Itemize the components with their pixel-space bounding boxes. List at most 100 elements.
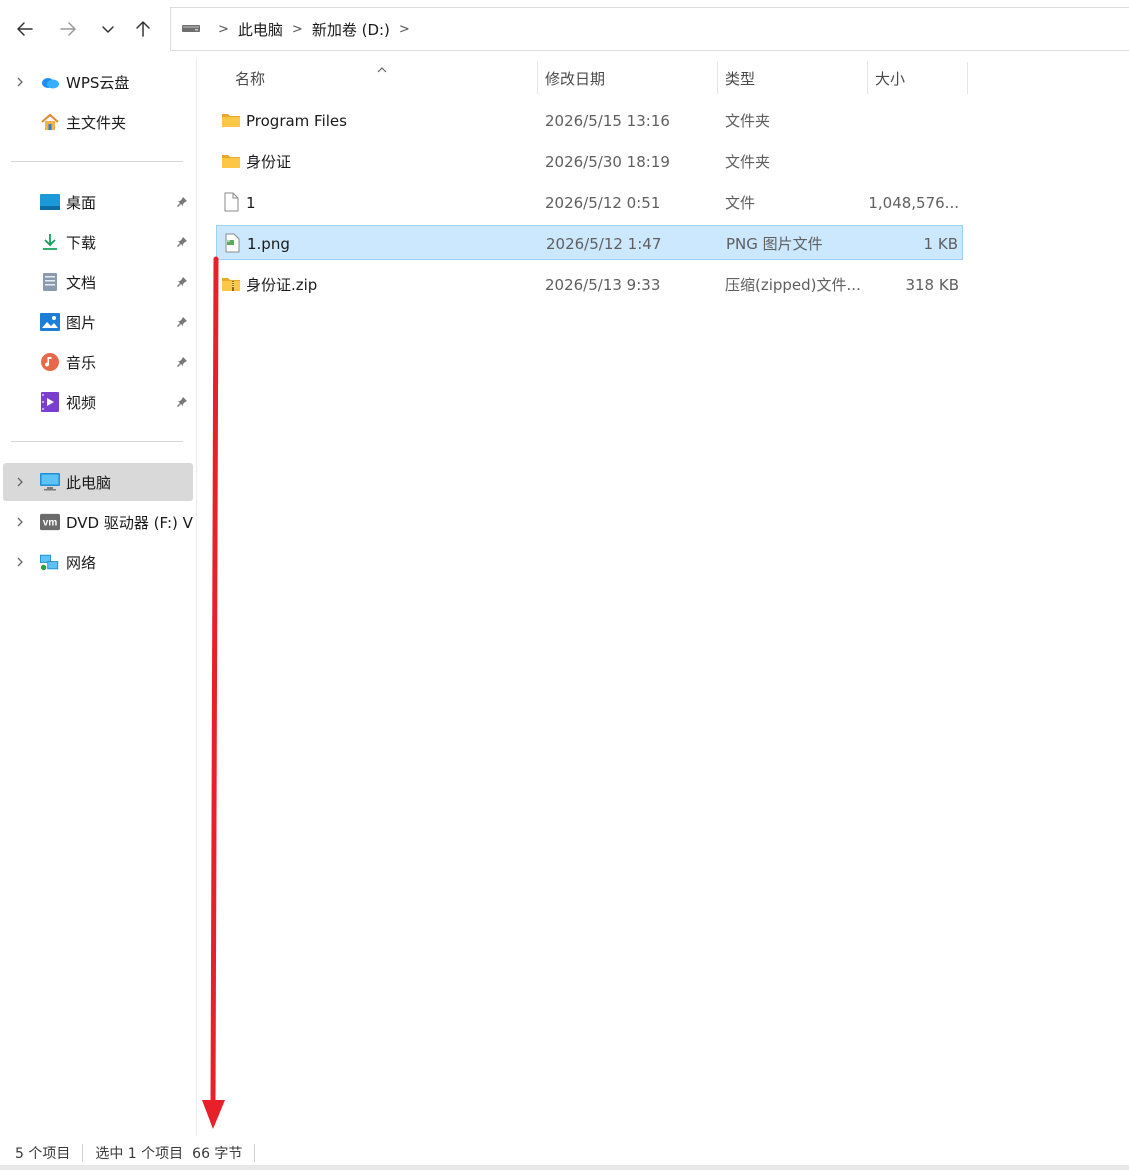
status-item-count: 5 个项目	[15, 1146, 71, 1162]
sidebar-item-dvd-drive[interactable]: vm DVD 驱动器 (F:) VM	[0, 503, 193, 541]
sidebar-item-label: WPS云盘	[66, 73, 130, 92]
forward-button[interactable]	[53, 14, 83, 44]
sidebar-item-label: 下载	[66, 233, 97, 252]
file-name: 身份证.zip	[246, 276, 318, 294]
annotation-arrow	[202, 256, 225, 1129]
breadcrumb-drive-d[interactable]: 新加卷 (D:)	[312, 19, 390, 40]
sidebar-item-downloads[interactable]: 下载	[0, 223, 193, 261]
file-row[interactable]: 身份证 2026/5/30 18:19 文件夹	[216, 144, 963, 179]
sidebar-item-desktop[interactable]: 桌面	[0, 183, 193, 221]
breadcrumb-separator: >	[218, 21, 229, 37]
sidebar-item-documents[interactable]: 文档	[0, 263, 193, 301]
chevron-down-icon	[102, 26, 114, 33]
chevron-right-icon[interactable]	[14, 76, 26, 88]
file-size: 1,048,576...	[868, 193, 959, 212]
sidebar-item-network[interactable]: 网络	[0, 543, 193, 581]
recent-locations-button[interactable]	[93, 14, 123, 44]
vm-drive-icon: vm	[40, 512, 60, 532]
column-header-date[interactable]: 修改日期	[545, 58, 605, 98]
png-file-icon	[222, 233, 242, 253]
sidebar-item-label: 主文件夹	[66, 113, 127, 132]
column-header-name[interactable]: 名称	[235, 58, 265, 98]
home-icon	[40, 112, 60, 132]
file-row[interactable]: Program Files 2026/5/15 13:16 文件夹	[216, 103, 963, 138]
sidebar-item-label: 视频	[66, 393, 97, 412]
sidebar-divider	[11, 441, 183, 442]
pictures-icon	[40, 312, 60, 332]
pin-icon[interactable]	[175, 195, 189, 209]
chevron-right-icon[interactable]	[14, 516, 26, 528]
network-icon	[40, 552, 60, 572]
column-divider[interactable]	[717, 62, 718, 94]
sidebar-divider	[11, 161, 183, 162]
file-name: 1	[246, 193, 256, 212]
sidebar-item-label: 图片	[66, 313, 97, 332]
sort-ascending-icon	[376, 60, 388, 73]
sidebar-item-label: 桌面	[66, 193, 97, 212]
sidebar-item-videos[interactable]: 视频	[0, 383, 193, 421]
file-type: 文件夹	[725, 112, 771, 130]
drive-icon	[181, 22, 201, 36]
file-type: 文件	[725, 194, 756, 212]
status-separator	[254, 1144, 256, 1162]
file-row[interactable]: 身份证.zip 2026/5/13 9:33 压缩(zipped)文件... 3…	[216, 267, 963, 302]
sidebar-item-wps-cloud[interactable]: WPS云盘	[0, 63, 193, 101]
column-header-size[interactable]: 大小	[875, 58, 905, 98]
column-header-type[interactable]: 类型	[725, 58, 755, 98]
file-type: PNG 图片文件	[726, 235, 823, 253]
file-date: 2026/5/12 1:47	[546, 234, 662, 253]
sidebar-item-label: DVD 驱动器 (F:) VM	[66, 513, 193, 532]
breadcrumb-separator[interactable]: >	[399, 22, 410, 37]
file-name: 1.png	[247, 234, 290, 253]
pin-icon[interactable]	[175, 355, 189, 369]
sidebar-item-this-pc[interactable]: 此电脑	[3, 463, 193, 501]
sidebar-item-pictures[interactable]: 图片	[0, 303, 193, 341]
file-name: 身份证	[246, 153, 292, 171]
up-arrow-icon	[136, 21, 150, 37]
pin-icon[interactable]	[175, 235, 189, 249]
sidebar-item-label: 网络	[66, 553, 97, 572]
file-date: 2026/5/12 0:51	[545, 193, 661, 212]
download-icon	[40, 232, 60, 252]
sidebar-item-label: 此电脑	[66, 473, 112, 492]
file-type: 压缩(zipped)文件...	[725, 276, 861, 294]
file-type: 文件夹	[725, 153, 771, 171]
pin-icon[interactable]	[175, 315, 189, 329]
breadcrumb-this-pc[interactable]: 此电脑	[238, 19, 283, 40]
chevron-right-icon[interactable]	[14, 476, 26, 488]
status-selected-count: 选中 1 个项目	[95, 1146, 184, 1162]
sidebar-item-label: 文档	[66, 273, 97, 292]
file-icon	[221, 192, 241, 212]
desktop-icon	[40, 192, 60, 212]
status-selected-size: 66 字节	[192, 1146, 243, 1162]
file-date: 2026/5/30 18:19	[545, 152, 670, 171]
breadcrumb-separator[interactable]: >	[292, 22, 303, 37]
status-separator	[82, 1144, 84, 1162]
back-button[interactable]	[10, 14, 40, 44]
sidebar-item-label: 音乐	[66, 353, 97, 372]
file-date: 2026/5/15 13:16	[545, 111, 670, 130]
column-divider[interactable]	[967, 62, 968, 94]
navigation-bar: > 此电脑 > 新加卷 (D:) >	[0, 0, 1129, 58]
cloud-icon	[40, 72, 60, 92]
column-divider[interactable]	[537, 62, 538, 94]
file-size: 1 KB	[923, 234, 958, 253]
back-arrow-icon	[17, 22, 33, 36]
file-row-selected[interactable]: 1.png 2026/5/12 1:47 PNG 图片文件 1 KB	[216, 225, 963, 260]
up-button[interactable]	[128, 14, 158, 44]
pin-icon[interactable]	[175, 275, 189, 289]
sidebar-item-home[interactable]: 主文件夹	[0, 103, 193, 141]
file-row[interactable]: 1 2026/5/12 0:51 文件 1,048,576...	[216, 185, 963, 220]
video-icon	[40, 392, 60, 412]
pin-icon[interactable]	[175, 395, 189, 409]
chevron-right-icon[interactable]	[14, 556, 26, 568]
sidebar-item-music[interactable]: 音乐	[0, 343, 193, 381]
forward-arrow-icon	[60, 22, 76, 36]
address-bar[interactable]: > 此电脑 > 新加卷 (D:) >	[170, 7, 1129, 51]
folder-icon	[221, 110, 241, 130]
column-divider[interactable]	[867, 62, 868, 94]
file-size: 318 KB	[905, 275, 959, 294]
file-date: 2026/5/13 9:33	[545, 275, 661, 294]
navigation-pane: WPS云盘 主文件夹 桌面 下载 文档 图片 音乐 视频 此电脑 vm DVD …	[0, 58, 196, 1136]
svg-text:vm: vm	[43, 518, 58, 529]
